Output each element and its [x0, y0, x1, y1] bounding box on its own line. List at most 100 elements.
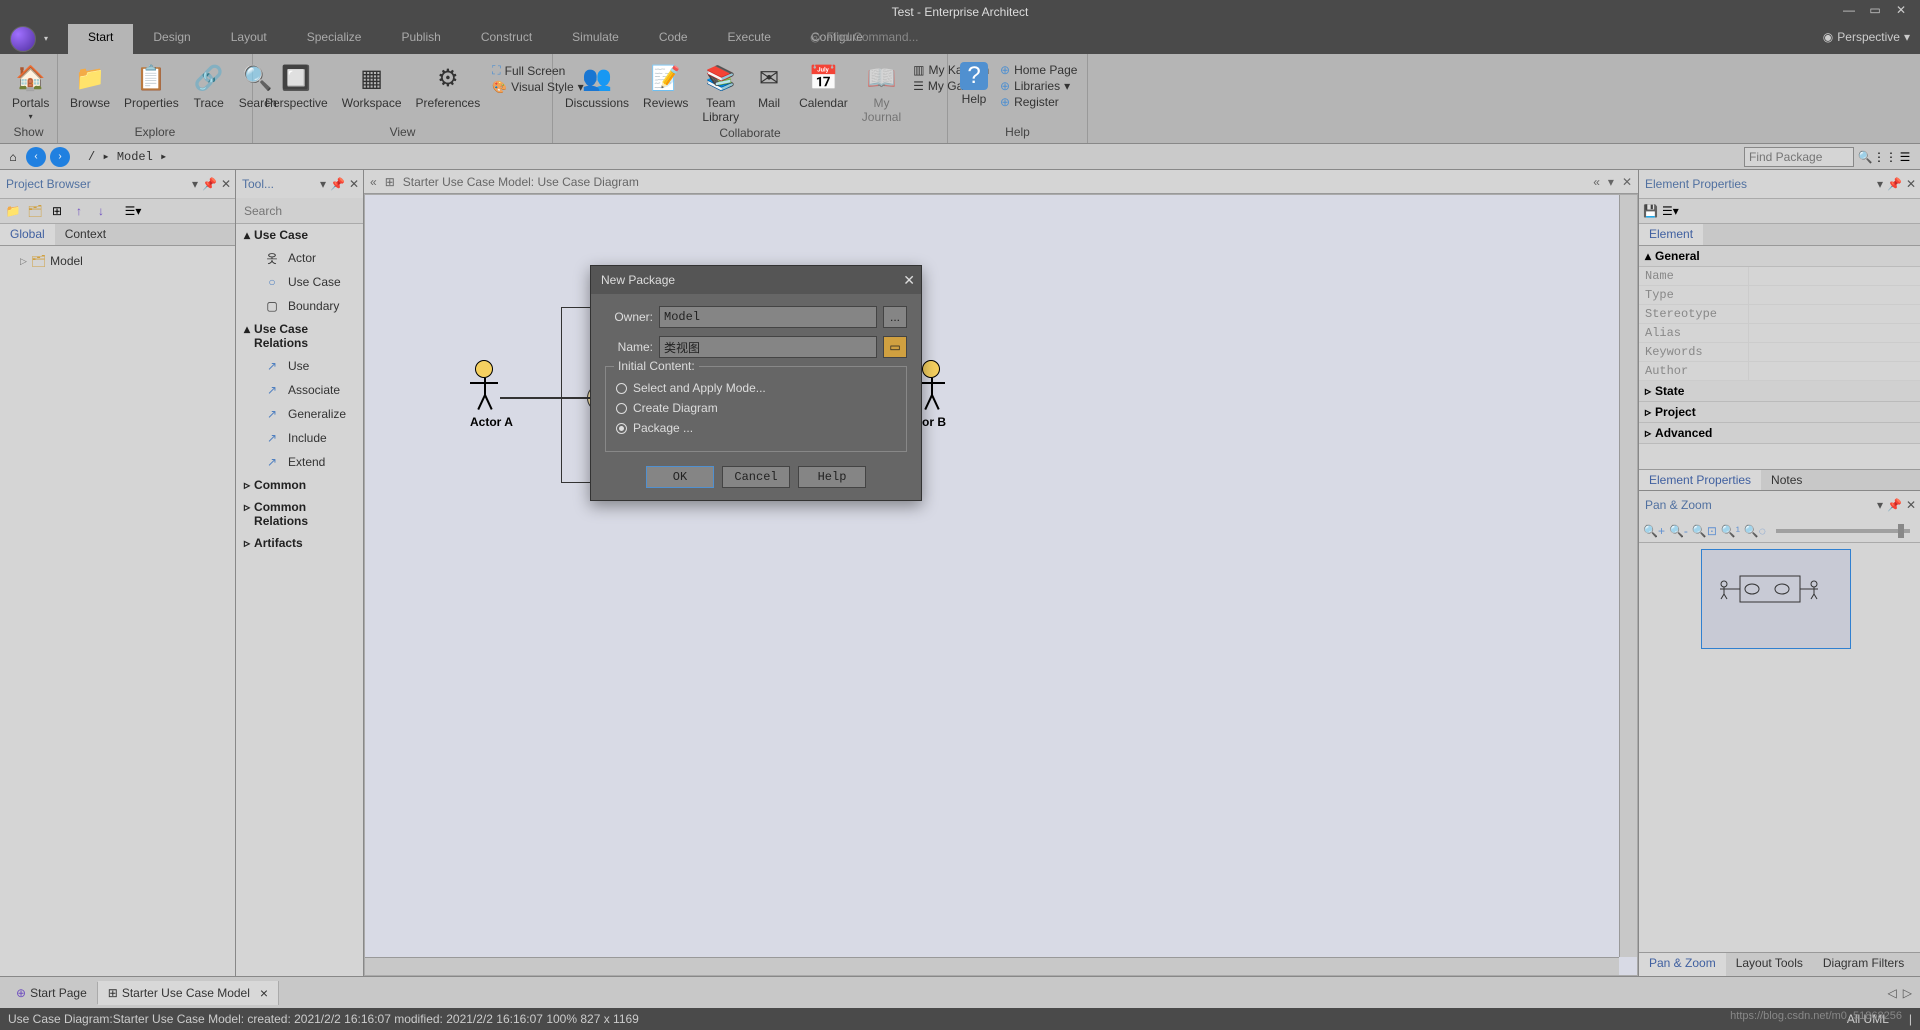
maximize-button[interactable]: ▭ — [1864, 3, 1886, 21]
zoom-fit-icon[interactable]: 🔍⊡ — [1692, 524, 1717, 538]
tab-diagram-filters[interactable]: Diagram Filters — [1813, 953, 1914, 976]
tool-extend[interactable]: ↗Extend — [236, 450, 363, 474]
forward-button[interactable]: › — [50, 147, 70, 167]
cancel-button[interactable]: Cancel — [722, 466, 790, 488]
up-icon[interactable]: ↑ — [70, 202, 88, 220]
browse-button[interactable]: 📁Browse — [64, 60, 116, 112]
menu-simulate[interactable]: Simulate — [552, 24, 639, 54]
home-page-button[interactable]: ⊕Home Page — [996, 62, 1081, 78]
section-use-case[interactable]: ▴Use Case — [236, 224, 363, 246]
team-library-button[interactable]: 📚Team Library — [696, 60, 745, 126]
expand-right-icon[interactable]: « — [1593, 175, 1600, 189]
tab-notes[interactable]: Notes — [1761, 470, 1812, 490]
prop-keywords-val[interactable] — [1749, 343, 1920, 361]
tab-starter-model[interactable]: ⊞ Starter Use Case Model × — [98, 981, 279, 1005]
mail-button[interactable]: ✉Mail — [747, 60, 791, 112]
prop-alias-val[interactable] — [1749, 324, 1920, 342]
tool-include[interactable]: ↗Include — [236, 426, 363, 450]
radio-create-diagram[interactable]: Create Diagram — [616, 401, 896, 415]
panel-menu-icon[interactable]: ▾ — [320, 177, 326, 191]
find-icon[interactable]: 🔍 — [1856, 148, 1874, 166]
tab-context[interactable]: Context — [55, 224, 116, 245]
folder-new-icon[interactable]: 📁 — [4, 202, 22, 220]
name-input[interactable] — [659, 336, 877, 358]
tab-element-properties[interactable]: Element Properties — [1639, 470, 1761, 490]
expand-icon[interactable]: ▷ — [20, 256, 27, 267]
panel-pin-icon[interactable]: 📌 — [1887, 177, 1902, 191]
panel-pin-icon[interactable]: 📌 — [1887, 498, 1902, 512]
section-common-rel[interactable]: ▹Common Relations — [236, 496, 363, 532]
menu-design[interactable]: Design — [133, 24, 210, 54]
tab-layout-tools[interactable]: Layout Tools — [1726, 953, 1813, 976]
radio-select-mode[interactable]: Select and Apply Mode... — [616, 381, 896, 395]
close-tab-icon[interactable]: × — [260, 985, 268, 1001]
preferences-button[interactable]: ⚙Preferences — [410, 60, 487, 112]
tool-actor[interactable]: 옷Actor — [236, 246, 363, 270]
panel-pin-icon[interactable]: 📌 — [330, 177, 345, 191]
radio-package[interactable]: Package ... — [616, 421, 896, 435]
pan-zoom-view[interactable] — [1639, 543, 1920, 952]
my-journal-button[interactable]: 📖My Journal — [856, 60, 907, 126]
tab-scroll-left-icon[interactable]: ◁ — [1888, 986, 1897, 1000]
nav-home-icon[interactable]: ⌂ — [4, 148, 22, 166]
portals-button[interactable]: 🏠 Portals▾ — [6, 60, 55, 123]
menu-icon[interactable]: ☰▾ — [124, 202, 142, 220]
tool-use[interactable]: ↗Use — [236, 354, 363, 378]
reviews-button[interactable]: 📝Reviews — [637, 60, 694, 112]
panel-pin-icon[interactable]: 📌 — [202, 177, 217, 191]
dialog-close-button[interactable]: ✕ — [903, 272, 915, 289]
diagram-menu-icon[interactable]: ▾ — [1608, 175, 1614, 189]
prop-stereotype-val[interactable] — [1749, 305, 1920, 323]
dialog-titlebar[interactable]: New Package ✕ — [591, 266, 921, 294]
menu-execute[interactable]: Execute — [708, 24, 791, 54]
panel-close-icon[interactable]: ✕ — [221, 177, 231, 191]
actor-a-element[interactable]: Actor A — [470, 360, 513, 429]
zoom-slider[interactable] — [1776, 529, 1910, 533]
close-button[interactable]: ✕ — [1890, 3, 1912, 21]
trace-button[interactable]: 🔗Trace — [187, 60, 231, 112]
app-logo-icon[interactable] — [10, 26, 36, 52]
panel-close-icon[interactable]: ✕ — [1906, 177, 1916, 191]
vertical-scrollbar[interactable] — [1619, 195, 1637, 957]
name-aux-button[interactable]: ▭ — [883, 336, 907, 358]
ok-button[interactable]: OK — [646, 466, 714, 488]
tree-model-item[interactable]: ▷ 🗂 Model — [0, 250, 235, 272]
owner-input[interactable] — [659, 306, 877, 328]
save-icon[interactable]: 💾 — [1643, 204, 1658, 218]
zoom-in-icon[interactable]: 🔍+ — [1643, 524, 1665, 538]
panel-close-icon[interactable]: ✕ — [349, 177, 359, 191]
workspace-button[interactable]: ▦Workspace — [336, 60, 408, 112]
folder-open-icon[interactable]: 🗂 — [26, 202, 44, 220]
tool-associate[interactable]: ↗Associate — [236, 378, 363, 402]
panel-menu-icon[interactable]: ▾ — [1877, 498, 1883, 512]
register-button[interactable]: ⊕Register — [996, 94, 1081, 110]
tab-global[interactable]: Global — [0, 224, 55, 245]
back-button[interactable]: ‹ — [26, 147, 46, 167]
tool-boundary[interactable]: ▢Boundary — [236, 294, 363, 318]
browse-owner-button[interactable]: ... — [883, 306, 907, 328]
tool-use-case[interactable]: ○Use Case — [236, 270, 363, 294]
section-uc-relations[interactable]: ▴Use Case Relations — [236, 318, 363, 354]
panel-close-icon[interactable]: ✕ — [1906, 498, 1916, 512]
properties-button[interactable]: 📋Properties — [118, 60, 185, 112]
prop-name-val[interactable] — [1749, 267, 1920, 285]
section-common[interactable]: ▹Common — [236, 474, 363, 496]
minimize-button[interactable]: — — [1838, 3, 1860, 21]
horizontal-scrollbar[interactable] — [365, 957, 1619, 975]
libraries-button[interactable]: ⊕Libraries ▾ — [996, 78, 1081, 94]
zoom-out-icon[interactable]: 🔍- — [1669, 524, 1688, 538]
prop-author-val[interactable] — [1749, 362, 1920, 380]
section-general[interactable]: ▴General — [1639, 246, 1920, 267]
down-icon[interactable]: ↓ — [92, 202, 110, 220]
nav-tool2-icon[interactable]: ☰ — [1896, 148, 1914, 166]
connector-a[interactable] — [500, 397, 590, 399]
menu-start[interactable]: Start — [68, 24, 133, 54]
perspective-ribbon-button[interactable]: 🔲Perspective — [259, 60, 334, 112]
perspective-button[interactable]: ◉ Perspective ▾ — [1823, 30, 1910, 44]
prop-type-val[interactable] — [1749, 286, 1920, 304]
calendar-button[interactable]: 📅Calendar — [793, 60, 854, 112]
section-state[interactable]: ▹State — [1639, 381, 1920, 402]
tab-pan-zoom[interactable]: Pan & Zoom — [1639, 953, 1726, 976]
menu-specialize[interactable]: Specialize — [287, 24, 382, 54]
zoom-100-icon[interactable]: 🔍¹ — [1721, 524, 1740, 538]
